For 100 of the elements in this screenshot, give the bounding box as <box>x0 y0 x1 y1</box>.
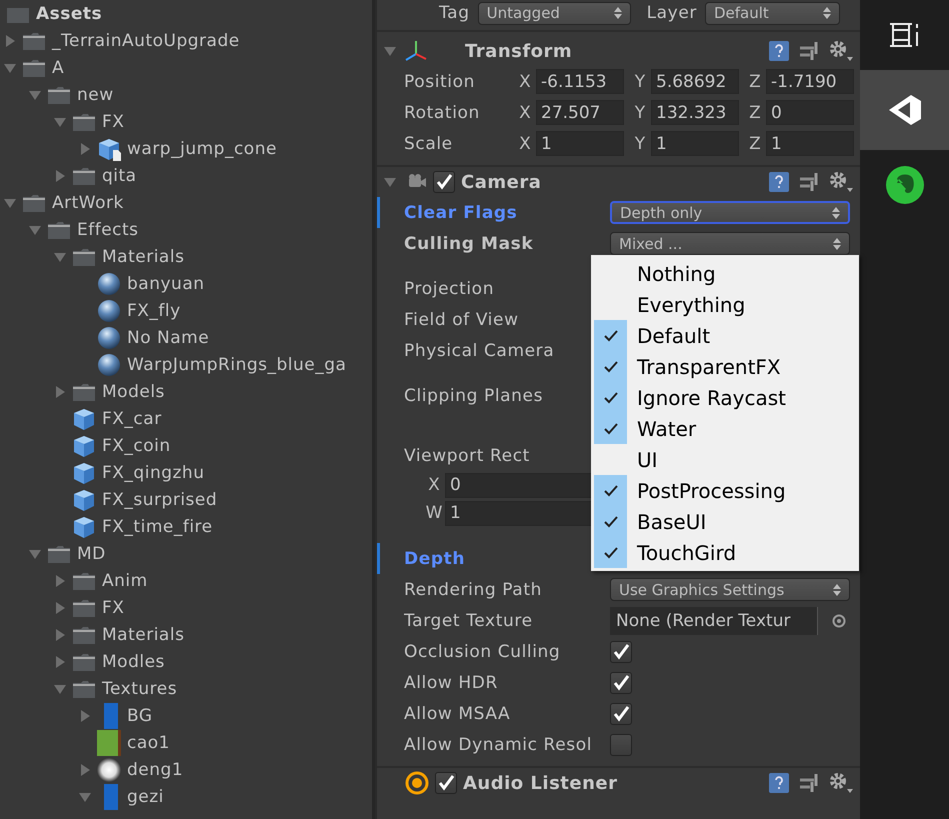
asset-name[interactable]: FX_coin <box>102 436 171 456</box>
asset-name[interactable]: Anim <box>102 570 148 590</box>
asset-name[interactable]: FX <box>102 598 124 618</box>
number-field[interactable]: 0 <box>766 100 854 125</box>
layer-dropdown[interactable]: Default <box>705 2 840 24</box>
menu-item[interactable]: Default <box>591 320 859 351</box>
menu-item[interactable]: UI <box>591 444 859 475</box>
checkbox[interactable] <box>610 640 632 662</box>
number-field[interactable]: 1 <box>766 131 854 156</box>
collapsed-arrow-icon[interactable] <box>78 708 92 722</box>
asset-name[interactable]: FX_surprised <box>102 490 218 510</box>
collapsed-arrow-icon[interactable] <box>53 654 67 668</box>
checkbox[interactable] <box>435 772 457 794</box>
sliders-icon[interactable] <box>798 171 820 193</box>
menu-item[interactable]: Water <box>591 413 859 444</box>
checkbox[interactable] <box>433 171 455 193</box>
asset-name[interactable]: ArtWork <box>52 192 124 212</box>
help-book-icon[interactable] <box>768 40 790 62</box>
number-field[interactable]: 132.323 <box>651 100 739 125</box>
component-title[interactable]: Audio Listener <box>463 772 618 794</box>
folder-icon <box>72 598 96 618</box>
asset-name[interactable]: Textures <box>102 678 178 698</box>
help-book-icon[interactable] <box>768 171 790 193</box>
checkbox[interactable] <box>610 702 632 724</box>
collapsed-arrow-icon[interactable] <box>53 574 67 588</box>
number-field[interactable]: 5.68692 <box>651 69 739 94</box>
asset-name[interactable]: A <box>52 58 64 78</box>
asset-name[interactable]: Materials <box>102 246 184 266</box>
property-label: Projection <box>404 278 494 298</box>
asset-name[interactable]: WarpJumpRings_blue_ga <box>127 354 346 374</box>
menu-item[interactable]: Nothing <box>591 258 859 289</box>
gear-icon[interactable] <box>828 39 854 63</box>
property-label: Scale <box>404 134 454 154</box>
collapsed-arrow-icon[interactable] <box>78 762 92 776</box>
cube-logo-tab[interactable] <box>860 70 949 150</box>
asset-name[interactable]: FX_fly <box>127 300 181 320</box>
asset-name[interactable]: _TerrainAutoUpgrade <box>52 30 240 50</box>
asset-name[interactable]: Materials <box>102 624 184 644</box>
gear-icon[interactable] <box>828 170 854 194</box>
dropdown[interactable]: Depth only <box>610 201 850 224</box>
number-field[interactable]: -1.7190 <box>766 69 854 94</box>
sliders-icon[interactable] <box>798 40 820 62</box>
asset-name[interactable]: FX_car <box>102 408 162 428</box>
asset-name[interactable]: qita <box>102 166 137 186</box>
checkbox[interactable] <box>610 734 632 756</box>
menu-item[interactable]: Ignore Raycast <box>591 382 859 413</box>
collapsed-arrow-icon[interactable] <box>3 34 17 48</box>
asset-name[interactable]: FX_qingzhu <box>102 462 204 482</box>
asset-name[interactable]: cao1 <box>127 732 170 752</box>
asset-name[interactable]: deng1 <box>127 760 184 780</box>
component-title[interactable]: Transform <box>465 40 572 62</box>
asset-name[interactable]: No Name <box>127 328 210 348</box>
asset-name[interactable]: BG <box>127 706 153 726</box>
asset-name[interactable]: new <box>77 84 114 104</box>
tag-label: Tag <box>439 3 470 23</box>
folder-icon <box>72 652 96 672</box>
collapsed-arrow-icon[interactable] <box>53 168 67 182</box>
checkmark-icon <box>602 514 618 528</box>
menu-item[interactable]: Everything <box>591 289 859 320</box>
folder-icon <box>22 30 46 50</box>
expanded-arrow-icon[interactable] <box>383 44 397 58</box>
checkmark-icon <box>612 642 630 660</box>
checkmark-icon <box>602 360 618 374</box>
number-field[interactable]: 1 <box>536 131 624 156</box>
asset-name[interactable]: FX_time_fire <box>102 516 213 536</box>
checkbox[interactable] <box>610 672 632 694</box>
object-field[interactable]: None (Render Textur <box>610 606 818 634</box>
property-label: Culling Mask <box>404 234 534 254</box>
glow-texture-icon <box>97 758 121 782</box>
number-field[interactable]: -6.1153 <box>536 69 624 94</box>
target-circle-icon[interactable] <box>832 614 846 628</box>
root-folder-name[interactable]: Assets <box>36 4 102 24</box>
dropdown[interactable]: Mixed ... <box>610 232 850 255</box>
asset-name[interactable]: Effects <box>77 220 139 240</box>
number-field[interactable]: 27.507 <box>536 100 624 125</box>
asset-name[interactable]: gezi <box>127 786 164 806</box>
expanded-arrow-icon[interactable] <box>383 175 397 189</box>
asset-name[interactable]: Models <box>102 382 165 402</box>
dropdown[interactable]: Use Graphics Settings <box>610 578 850 601</box>
tag-dropdown[interactable]: Untagged <box>478 2 631 24</box>
menu-item[interactable]: TransparentFX <box>591 351 859 382</box>
gear-icon[interactable] <box>828 771 854 795</box>
component-title[interactable]: Camera <box>461 172 542 192</box>
sliders-icon[interactable] <box>798 772 820 794</box>
up-down-arrow-icon <box>614 7 622 19</box>
collapsed-arrow-icon[interactable] <box>53 384 67 398</box>
asset-name[interactable]: warp_jump_cone <box>127 138 277 158</box>
asset-name[interactable]: MD <box>77 544 106 564</box>
checkmark-icon <box>435 173 453 191</box>
help-book-icon[interactable] <box>768 772 790 794</box>
number-field[interactable]: 1 <box>651 131 739 156</box>
asset-name[interactable]: banyuan <box>127 274 205 294</box>
texture-thumbnail-icon <box>97 730 121 756</box>
collapsed-arrow-icon[interactable] <box>78 142 92 156</box>
asset-name[interactable]: Modles <box>102 652 165 672</box>
collapsed-arrow-icon[interactable] <box>53 628 67 642</box>
collapsed-arrow-icon[interactable] <box>53 600 67 614</box>
menu-item[interactable]: TouchGird <box>591 537 859 568</box>
asset-name[interactable]: FX <box>102 112 124 132</box>
up-down-arrow-icon <box>833 584 841 596</box>
